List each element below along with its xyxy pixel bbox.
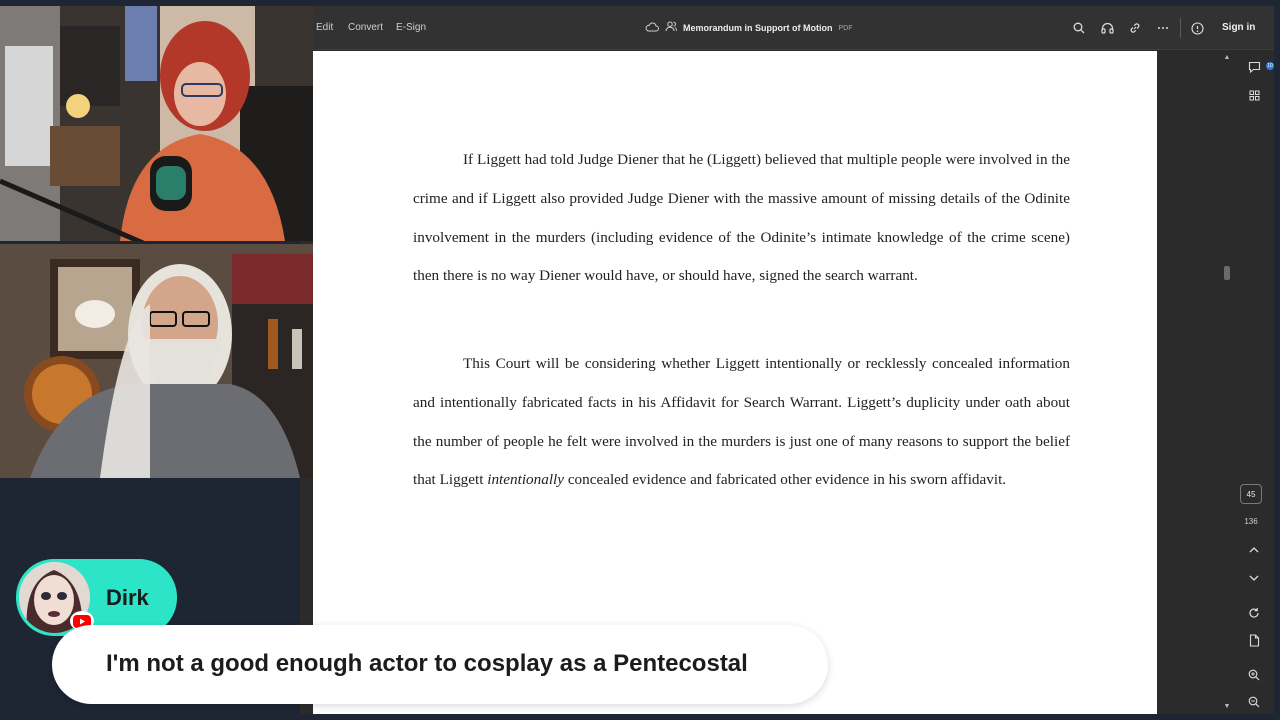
chat-message-text: I'm not a good enough actor to cosplay a… — [106, 650, 748, 677]
zoom-in-icon[interactable] — [1244, 665, 1264, 685]
chevron-up-icon[interactable] — [1244, 540, 1264, 560]
paragraph-1-text: If Liggett had told Judge Diener that he… — [413, 151, 1070, 285]
pdf-page: If Liggett had told Judge Diener that he… — [313, 51, 1157, 714]
document-title[interactable]: Memorandum in Support of Motion — [683, 23, 832, 33]
sign-in-button[interactable]: Sign in — [1222, 22, 1255, 33]
toolbar-divider — [1180, 18, 1181, 38]
current-page-field[interactable]: 45 — [1240, 484, 1262, 504]
chat-username: Dirk — [106, 585, 149, 610]
webcam-host-2 — [0, 244, 313, 478]
vertical-scrollbar[interactable]: ▲ ▼ — [1222, 51, 1232, 714]
paragraph-2: This Court will be considering whether L… — [413, 345, 1070, 500]
document-area: If Liggett had told Judge Diener that he… — [300, 51, 1220, 714]
cloud-icon — [645, 21, 659, 35]
zoom-out-icon[interactable] — [1244, 692, 1264, 712]
menu-edit[interactable]: Edit — [316, 22, 333, 33]
stream-scene: Edit Convert E-Sign Memorandum in Suppor… — [0, 0, 1280, 720]
scroll-up-arrow[interactable]: ▲ — [1223, 54, 1231, 62]
chevron-down-icon[interactable] — [1244, 568, 1264, 588]
webcam-host-1 — [0, 6, 313, 241]
right-tool-rail: 10 45 136 — [1234, 51, 1274, 714]
refresh-icon[interactable] — [1244, 603, 1264, 623]
paragraph-2-text-b: concealed evidence and fabricated other … — [564, 471, 1007, 489]
comment-icon[interactable]: 10 — [1244, 57, 1274, 77]
more-icon[interactable] — [1155, 20, 1171, 36]
comment-count-badge: 10 — [1266, 62, 1274, 70]
document-icon[interactable] — [1244, 630, 1264, 650]
total-pages: 136 — [1244, 517, 1258, 526]
pdf-viewer-window: Edit Convert E-Sign Memorandum in Suppor… — [300, 6, 1274, 714]
menu-esign[interactable]: E-Sign — [396, 22, 426, 33]
document-type-label: PDF — [838, 24, 853, 32]
link-icon[interactable] — [1127, 20, 1143, 36]
scroll-thumb[interactable] — [1224, 266, 1230, 280]
search-icon[interactable] — [1071, 20, 1087, 36]
viewer-toolbar: Edit Convert E-Sign Memorandum in Suppor… — [300, 6, 1274, 50]
paragraph-1: If Liggett had told Judge Diener that he… — [413, 141, 1070, 296]
scroll-down-arrow[interactable]: ▼ — [1223, 703, 1231, 711]
help-icon[interactable] — [1189, 20, 1205, 36]
paragraph-2-text-a: This Court will be considering whether L… — [413, 355, 1070, 489]
grid-icon[interactable] — [1244, 85, 1264, 105]
document-title-area: Memorandum in Support of Motion PDF — [645, 20, 852, 36]
menu-convert[interactable]: Convert — [348, 22, 383, 33]
headphones-icon[interactable] — [1099, 20, 1115, 36]
people-icon — [665, 21, 678, 35]
paragraph-2-emphasis: intentionally — [487, 471, 565, 489]
